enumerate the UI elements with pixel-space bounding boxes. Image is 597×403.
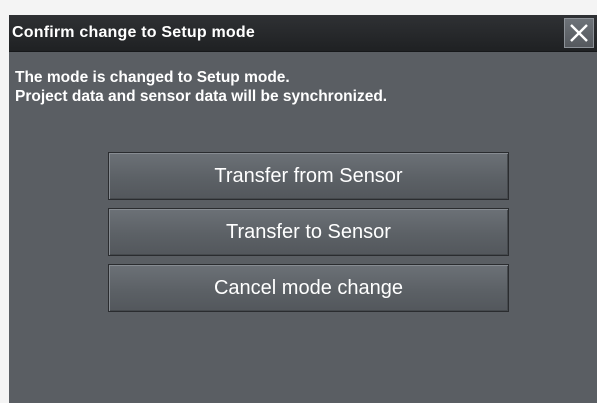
close-button[interactable] <box>564 18 594 48</box>
transfer-from-sensor-button[interactable]: Transfer from Sensor <box>108 152 509 200</box>
dialog-titlebar: Confirm change to Setup mode <box>9 15 597 52</box>
dialog-message: The mode is changed to Setup mode. Proje… <box>15 68 387 106</box>
cancel-mode-change-button[interactable]: Cancel mode change <box>108 264 509 312</box>
confirm-mode-dialog: Confirm change to Setup mode The mode is… <box>9 15 597 403</box>
message-line-1: The mode is changed to Setup mode. <box>15 69 290 86</box>
transfer-to-sensor-button[interactable]: Transfer to Sensor <box>108 208 509 256</box>
close-icon <box>570 24 588 42</box>
message-line-2: Project data and sensor data will be syn… <box>15 88 388 105</box>
dialog-title: Confirm change to Setup mode <box>12 24 255 41</box>
